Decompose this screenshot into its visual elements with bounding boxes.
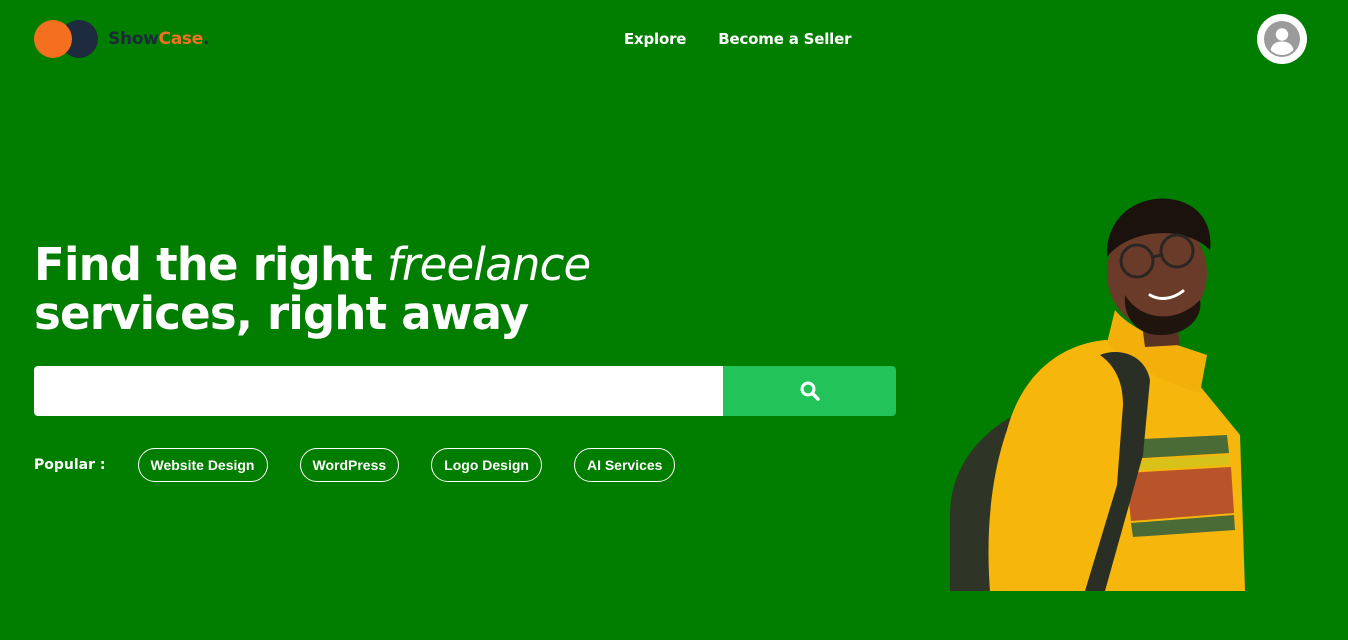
brand-name-part2: Case <box>158 29 204 49</box>
popular-tags: Popular : Website Design WordPress Logo … <box>34 448 707 482</box>
hero-heading-line1: Find the right <box>34 238 387 291</box>
popular-tag-logo-design[interactable]: Logo Design <box>431 448 542 482</box>
nav-link-explore[interactable]: Explore <box>624 30 686 48</box>
main-nav: Explore Become a Seller <box>624 30 851 48</box>
search-button[interactable] <box>723 366 896 416</box>
user-avatar-button[interactable] <box>1257 14 1307 64</box>
search-input[interactable] <box>34 366 723 416</box>
hero-person-image <box>950 198 1245 591</box>
popular-tag-website-design[interactable]: Website Design <box>137 448 268 482</box>
brand-name-part1: Show <box>108 29 159 49</box>
logo-mark-icon <box>34 19 100 59</box>
landing-page: ShowCase. Explore Become a Seller Find t… <box>0 0 1348 640</box>
search-icon <box>800 381 820 401</box>
popular-tag-ai-services[interactable]: AI Services <box>573 448 676 482</box>
hero-heading-emphasis: freelance <box>386 238 591 291</box>
logo-orange-circle <box>34 20 72 58</box>
popular-label: Popular : <box>34 457 106 473</box>
user-circle-icon <box>1264 21 1300 57</box>
popular-tag-wordpress[interactable]: WordPress <box>299 448 400 482</box>
nav-link-become-seller[interactable]: Become a Seller <box>718 30 851 48</box>
site-header: ShowCase. Explore Become a Seller <box>0 0 1348 80</box>
hero-heading: Find the right freelance services, right… <box>34 238 591 340</box>
brand-logo[interactable]: ShowCase. <box>34 19 209 59</box>
brand-name: ShowCase. <box>108 29 209 49</box>
search-bar <box>34 366 896 416</box>
brand-name-part3: . <box>202 29 210 49</box>
hero-heading-line2: services, right away <box>34 287 529 340</box>
